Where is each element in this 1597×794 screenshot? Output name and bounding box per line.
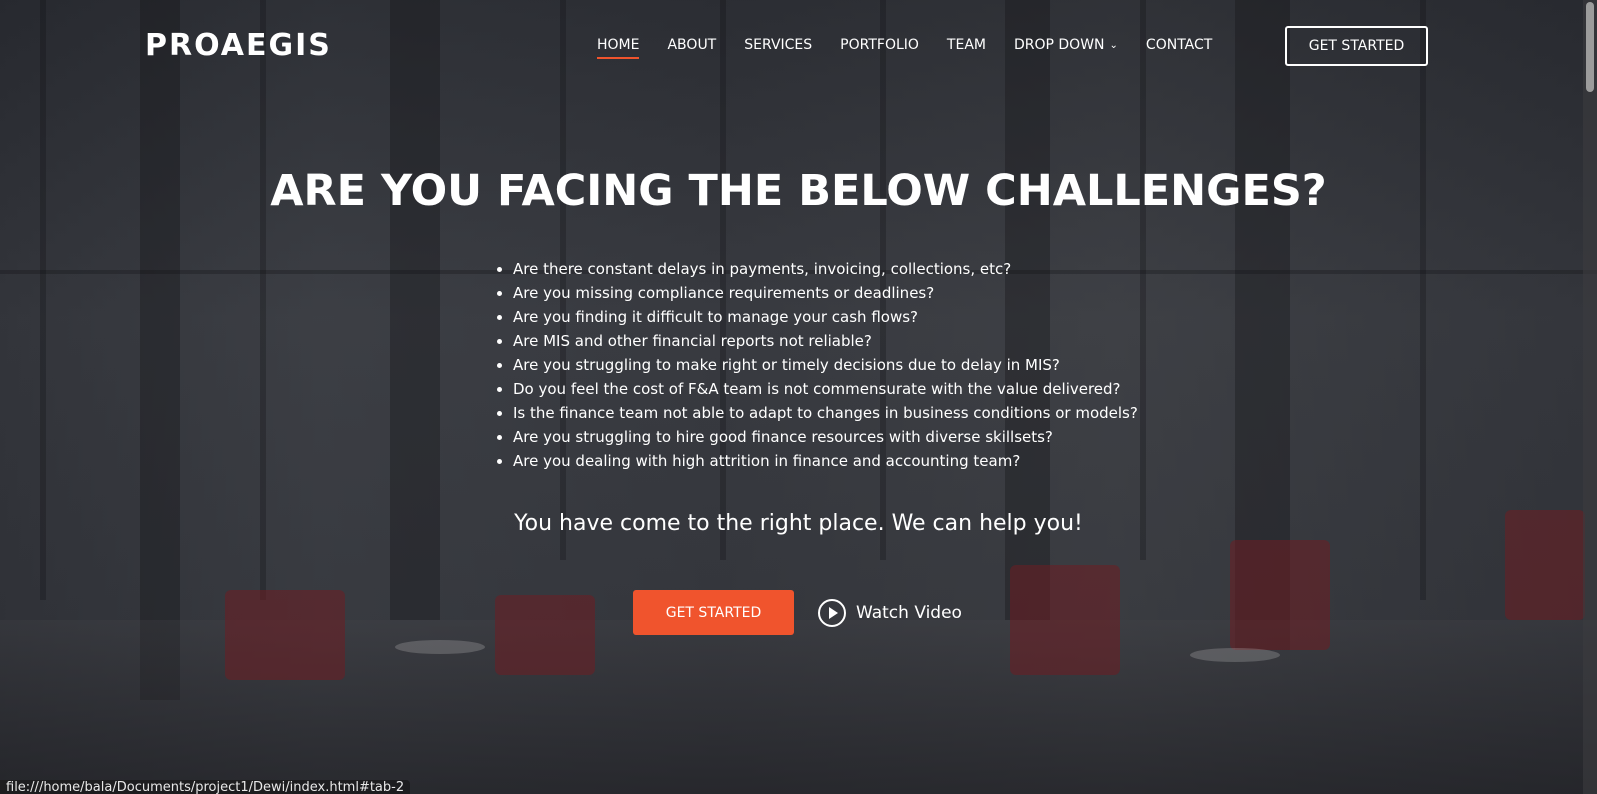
list-item: Do you feel the cost of F&A team is not … [513,377,1213,401]
armchair [1010,565,1120,675]
nav-home[interactable]: HOME [597,37,640,59]
list-item: Are you dealing with high attrition in f… [513,449,1213,473]
nav-dropdown[interactable]: DROP DOWN ⌄ [1014,37,1118,59]
armchair [225,590,345,680]
nav-contact[interactable]: CONTACT [1146,37,1212,59]
armchair [1230,540,1330,650]
list-item: Are there constant delays in payments, i… [513,257,1213,281]
site-header: PROAEGIS HOME ABOUT SERVICES PORTFOLIO T… [0,0,1597,92]
table [395,640,485,654]
list-item: Are you struggling to make right or time… [513,353,1213,377]
watch-video-button[interactable]: Watch Video [818,596,962,630]
pillar [140,0,180,700]
hero-tagline: You have come to the right place. We can… [514,511,1083,536]
list-item: Are you struggling to hire good finance … [513,425,1213,449]
list-item: Are MIS and other financial reports not … [513,329,1213,353]
armchair [495,595,595,675]
table [1190,648,1280,662]
page-scrollbar[interactable] [1583,0,1597,794]
list-item: Is the finance team not able to adapt to… [513,401,1213,425]
watch-video-label: Watch Video [856,603,962,623]
list-item: Are you finding it difficult to manage y… [513,305,1213,329]
nav-team[interactable]: TEAM [947,37,986,59]
chevron-down-icon: ⌄ [1109,40,1118,51]
nav-services[interactable]: SERVICES [744,37,812,59]
scrollbar-thumb[interactable] [1586,2,1594,92]
logo[interactable]: PROAEGIS [145,28,332,63]
link-status-bar: file:///home/bala/Documents/project1/Dew… [0,780,411,794]
header-get-started-button[interactable]: GET STARTED [1285,26,1428,66]
main-nav: HOME ABOUT SERVICES PORTFOLIO TEAM DROP … [597,36,1240,60]
hero-heading: ARE YOU FACING THE BELOW CHALLENGES? [270,166,1327,216]
get-started-button[interactable]: GET STARTED [633,590,794,635]
nav-portfolio[interactable]: PORTFOLIO [840,37,919,59]
nav-about[interactable]: ABOUT [667,37,716,59]
challenges-list: Are there constant delays in payments, i… [490,257,1213,473]
play-icon [818,599,846,627]
list-item: Are you missing compliance requirements … [513,281,1213,305]
nav-dropdown-label: DROP DOWN [1013,37,1105,53]
